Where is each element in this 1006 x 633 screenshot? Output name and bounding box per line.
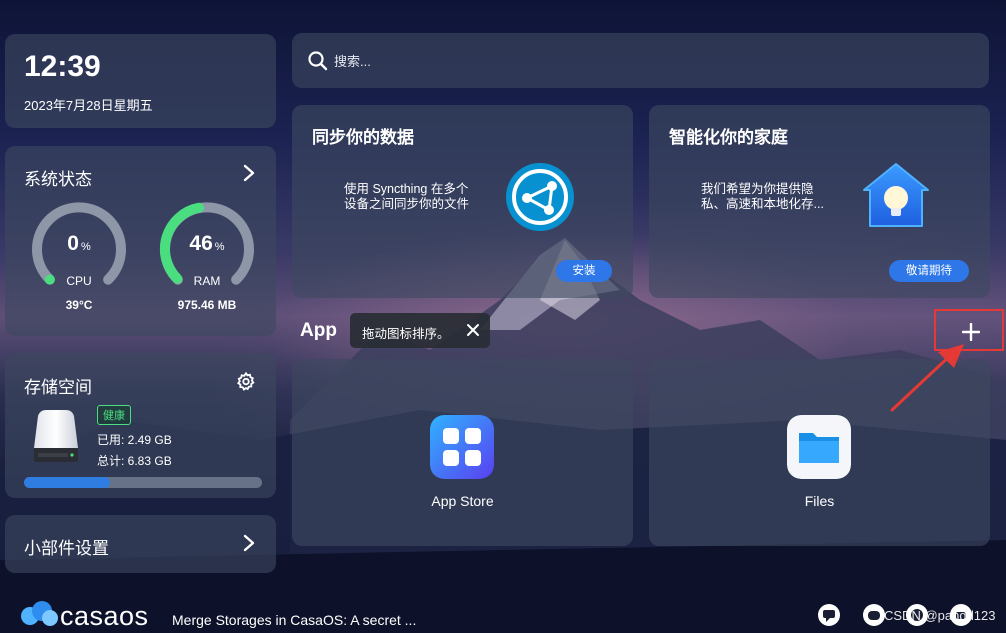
ram-gauge: 46% RAM 975.46 MB [159, 201, 255, 312]
storage-widget: 存储空间 健康 已用: 2.49 GB 总计: 6.83 GB [5, 353, 276, 498]
watermark-text: CSDN @pandd123 [884, 608, 996, 623]
ram-value: 46% [189, 232, 225, 255]
storage-usage-fill [24, 477, 110, 488]
drag-sort-tooltip: 拖动图标排序。 [350, 313, 490, 348]
ram-usage: 975.46 MB [177, 298, 237, 312]
app-name: App Store [431, 493, 494, 509]
promo-description: 使用 Syncthing 在多个 设备之间同步你的文件 [344, 182, 470, 211]
cpu-temperature: 39°C [65, 298, 93, 312]
health-badge: 健康 [97, 405, 131, 425]
chevron-right-icon[interactable] [241, 163, 257, 183]
red-arrow-annotation [890, 344, 964, 412]
smart-home-icon [863, 163, 929, 227]
apps-section-title: App [300, 320, 337, 341]
system-status-title: 系统状态 [24, 170, 92, 189]
app-store-icon [430, 415, 494, 479]
system-status-widget: 系统状态 0% CPU 39°C 46% RAM 975.46 MB [5, 146, 276, 336]
cpu-value: 0% [67, 232, 91, 255]
app-tile-app-store[interactable]: App Store [292, 359, 633, 546]
storage-total: 总计: 6.83 GB [97, 454, 172, 468]
gear-icon[interactable] [235, 371, 257, 393]
promo-title: 同步你的数据 [312, 128, 414, 147]
logo-wordmark: casaos [60, 601, 149, 631]
widget-settings-button[interactable]: 小部件设置 [5, 515, 276, 573]
search-input[interactable] [334, 47, 954, 75]
chat-icon[interactable] [818, 604, 840, 626]
hard-disk-icon [34, 410, 78, 462]
promo-description: 我们希望为你提供隐 私、高速和本地化存... [701, 182, 824, 211]
cpu-gauge: 0% CPU 39°C [31, 201, 127, 312]
news-link[interactable]: Merge Storages in CasaOS: A secret ... [172, 612, 416, 628]
widget-settings-label: 小部件设置 [24, 539, 109, 558]
clock-date: 2023年7月28日星期五 [24, 98, 153, 113]
syncthing-promo-card: 同步你的数据 使用 Syncthing 在多个 设备之间同步你的文件 安装 [292, 105, 633, 298]
promo-title: 智能化你的家庭 [669, 128, 788, 147]
folder-icon [787, 415, 851, 479]
app-name: Files [804, 493, 835, 509]
cpu-label: CPU [66, 274, 92, 288]
chevron-right-icon [243, 534, 255, 552]
storage-usage-bar [24, 477, 262, 488]
search-bar [292, 33, 989, 88]
syncthing-icon [506, 163, 574, 231]
storage-used: 已用: 2.49 GB [97, 433, 172, 447]
coming-soon-button[interactable]: 敬请期待 [889, 260, 969, 282]
install-button[interactable]: 安装 [556, 260, 612, 282]
clock-time: 12:39 [24, 50, 101, 83]
search-icon [308, 51, 328, 71]
storage-title: 存储空间 [24, 378, 92, 397]
plus-icon [962, 323, 980, 341]
close-icon[interactable] [465, 322, 481, 338]
casaos-cloud-icon [21, 601, 58, 626]
ram-label: RAM [193, 274, 221, 288]
tooltip-text: 拖动图标排序。 [362, 327, 450, 341]
discord-icon[interactable] [863, 604, 885, 626]
clock-widget: 12:39 2023年7月28日星期五 [5, 34, 276, 128]
smart-home-promo-card: 智能化你的家庭 我们希望为你提供隐 私、高速和本地化存... 敬请期待 [649, 105, 990, 298]
